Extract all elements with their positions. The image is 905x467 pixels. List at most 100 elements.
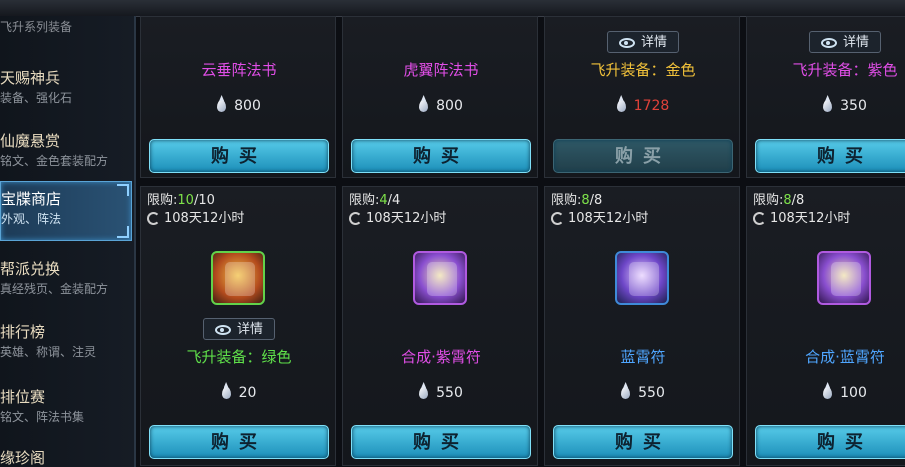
- shop-card: 限购:8/8 108天12小时 蓝霄符 550 购买: [544, 186, 740, 466]
- sidebar-item-sub: 铭文、金色套装配方: [0, 154, 109, 168]
- sidebar-item-ranking[interactable]: 排行榜 英雄、称谓、注灵: [0, 315, 130, 375]
- icon-shine: [427, 262, 457, 296]
- item-name: 飞升装备：紫色: [792, 61, 898, 79]
- gift-box-icon[interactable]: [211, 251, 265, 305]
- item-name: 蓝霄符: [620, 348, 666, 366]
- corner-ornament: [117, 184, 129, 196]
- limit-total: /4: [387, 193, 401, 208]
- price-value: 20: [238, 385, 257, 401]
- price-value: 550: [436, 385, 463, 401]
- purchase-limit: 限购:8/8: [753, 189, 804, 208]
- buy-button[interactable]: 购买: [755, 139, 905, 173]
- shop-card: 限购:4/4 108天12小时 合成·紫霄符 550 购买: [342, 186, 538, 466]
- price-value: 350: [840, 98, 867, 114]
- price-value: 1728: [633, 98, 670, 114]
- detail-label: 详情: [640, 35, 667, 50]
- limit-remaining: 8: [581, 193, 590, 208]
- item-price: 550: [545, 385, 741, 401]
- buy-button[interactable]: 购买: [149, 425, 329, 459]
- buy-button[interactable]: 购买: [755, 425, 905, 459]
- limit-label: 限购:: [147, 193, 178, 208]
- clock-icon: [349, 212, 362, 225]
- sidebar-item-paiwei[interactable]: 排位赛 铭文、阵法书集: [0, 380, 130, 440]
- crystal-icon: [217, 100, 227, 112]
- sidebar-item-title: 帮派兑换: [0, 260, 61, 278]
- buy-button[interactable]: 购买: [149, 139, 329, 173]
- clock-icon: [147, 212, 160, 225]
- limit-label: 限购:: [551, 193, 582, 208]
- blue-scroll-icon[interactable]: [615, 251, 669, 305]
- item-price: 20: [141, 385, 337, 401]
- eye-icon: [618, 37, 635, 48]
- detail-button[interactable]: 详情: [607, 31, 679, 53]
- time-remaining: 108天12小时: [551, 207, 648, 226]
- crystal-icon: [221, 387, 231, 399]
- icon-shine: [225, 262, 255, 296]
- shop-card: 云垂阵法书 800 购买: [140, 16, 336, 178]
- timer-value: 108天12小时: [568, 211, 649, 226]
- sidebar-item-sub: 真经残页、金装配方: [0, 282, 109, 296]
- buy-button[interactable]: 购买: [351, 139, 531, 173]
- limit-remaining: 4: [379, 193, 388, 208]
- buy-button[interactable]: 购买: [553, 425, 733, 459]
- sidebar-top-label: 飞升系列装备: [0, 20, 73, 34]
- icon-shine: [629, 262, 659, 296]
- corner-ornament: [117, 226, 129, 238]
- eye-icon: [214, 324, 231, 335]
- detail-label: 详情: [236, 322, 263, 337]
- purple-scroll-icon[interactable]: [413, 251, 467, 305]
- item-name: 飞升装备：绿色: [186, 348, 292, 366]
- sidebar-item-yuanzhen[interactable]: 缘珍阁: [0, 441, 130, 467]
- timer-value: 108天12小时: [164, 211, 245, 226]
- timer-value: 108天12小时: [770, 211, 851, 226]
- top-frame-bar: [0, 0, 905, 17]
- limit-label: 限购:: [349, 193, 380, 208]
- eye-icon: [820, 37, 837, 48]
- sidebar-item-baodie-shop[interactable]: 宝牒商店 外观、阵法: [0, 181, 132, 241]
- shop-card: 虎翼阵法书 800 购买: [342, 16, 538, 178]
- clock-icon: [551, 212, 564, 225]
- limit-remaining: 10: [177, 193, 194, 208]
- sidebar-item-xianmo[interactable]: 仙魔悬赏 铭文、金色套装配方: [0, 124, 130, 184]
- sidebar-item-title: 仙魔悬赏: [0, 132, 61, 150]
- sidebar-item-title: 缘珍阁: [0, 449, 46, 467]
- sidebar-item-tianci[interactable]: 天赐神兵 装备、强化石: [0, 61, 130, 121]
- shop-card: 详情 飞升装备：金色 1728 购买: [544, 16, 740, 178]
- time-remaining: 108天12小时: [349, 207, 446, 226]
- clock-icon: [753, 212, 766, 225]
- crystal-icon: [419, 100, 429, 112]
- icon-shine: [831, 262, 861, 296]
- timer-value: 108天12小时: [366, 211, 447, 226]
- item-price: 550: [343, 385, 539, 401]
- shop-card: 限购:8/8 108天12小时 合成·蓝霄符 100 购买: [746, 186, 905, 466]
- item-name: 云垂阵法书: [201, 61, 277, 79]
- shop-card: 详情 飞升装备：紫色 350 购买: [746, 16, 905, 178]
- limit-label: 限购:: [753, 193, 784, 208]
- shop-card: 限购:10/10 108天12小时 详情 飞升装备：绿色 20 购买: [140, 186, 336, 466]
- buy-button[interactable]: 购买: [351, 425, 531, 459]
- limit-total: /8: [791, 193, 805, 208]
- crystal-icon: [621, 387, 631, 399]
- price-value: 800: [436, 98, 463, 114]
- crystal-icon: [419, 387, 429, 399]
- time-remaining: 108天12小时: [147, 207, 244, 226]
- purple-scroll-icon[interactable]: [817, 251, 871, 305]
- item-name: 合成·紫霄符: [401, 348, 481, 366]
- item-price: 1728: [545, 98, 741, 114]
- sidebar-item-bangpai[interactable]: 帮派兑换 真经残页、金装配方: [0, 252, 130, 312]
- item-price: 100: [747, 385, 905, 401]
- sidebar-item-title: 天赐神兵: [0, 69, 61, 87]
- item-name: 合成·蓝霄符: [805, 348, 885, 366]
- buy-button[interactable]: 购买: [553, 139, 733, 173]
- sidebar-item-title: 宝牒商店: [1, 190, 62, 208]
- sidebar-item-sub: 铭文、阵法书集: [0, 410, 85, 424]
- detail-button[interactable]: 详情: [809, 31, 881, 53]
- item-name: 虎翼阵法书: [403, 61, 479, 79]
- sidebar-item-sub: 英雄、称谓、注灵: [0, 345, 97, 359]
- price-value: 800: [234, 98, 261, 114]
- purchase-limit: 限购:10/10: [147, 189, 215, 208]
- detail-button[interactable]: 详情: [203, 318, 275, 340]
- item-price: 800: [343, 98, 539, 114]
- item-name: 飞升装备：金色: [590, 61, 696, 79]
- sidebar-item-sub: 装备、强化石: [0, 91, 73, 105]
